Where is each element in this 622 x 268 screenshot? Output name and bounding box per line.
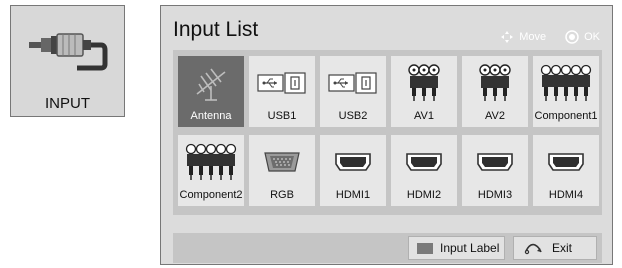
move-hint: Move [519,31,547,43]
panel-footer: Input Label Exit [173,233,602,263]
input-label-text: Input Label [440,241,500,255]
input-tile-label: USB1 [267,110,297,122]
color-key-icon [417,242,433,254]
input-tile-label: HDMI4 [548,189,584,201]
hdmi-port-icon [406,153,442,171]
input-tile-hdmi3[interactable]: HDMI3 [462,135,528,206]
usb-icon [257,72,306,94]
exit-button[interactable]: Exit [513,236,597,260]
input-key-card: INPUT [10,5,125,117]
component-connector-icon [540,64,592,101]
return-arrow-icon [524,243,542,255]
input-tile-label: USB2 [338,110,368,122]
input-tile-rgb[interactable]: RGB [249,135,315,206]
input-tile-label: Component2 [179,189,243,201]
input-grid: Antenna USB1 USB2 AV1 AV2 Component1 Com… [173,50,602,215]
exit-text: Exit [552,241,573,255]
input-tile-usb1[interactable]: USB1 [249,56,315,127]
input-label-button[interactable]: Input Label [408,236,505,260]
input-tile-component1[interactable]: Component1 [533,56,599,127]
hdmi-port-icon [477,153,513,171]
ok-button-icon [565,30,579,44]
input-tile-hdmi2[interactable]: HDMI2 [391,135,457,206]
input-tile-av1[interactable]: AV1 [391,56,457,127]
move-arrows-icon [501,31,514,43]
av-connector-icon [408,64,440,101]
av-connector-icon [479,64,511,101]
component-connector-icon [185,143,237,180]
input-tile-antenna[interactable]: Antenna [178,56,244,127]
hdmi-port-icon [548,153,584,171]
vga-port-icon [264,152,300,172]
usb-icon [328,72,377,94]
input-tile-hdmi1[interactable]: HDMI1 [320,135,386,206]
input-tile-label: RGB [270,189,294,201]
input-tile-component2[interactable]: Component2 [178,135,244,206]
rca-cable-icon [29,33,108,71]
input-tile-label: AV1 [414,110,434,122]
antenna-icon [196,68,226,101]
input-tile-label: Component1 [534,110,598,122]
nav-hints: Move OK [500,30,600,44]
input-tile-label: HDMI3 [477,189,513,201]
ok-hint: OK [584,31,600,43]
input-tile-label: AV2 [485,110,505,122]
input-tile-label: HDMI1 [335,189,371,201]
input-key-label: INPUT [45,95,90,112]
input-tile-label: HDMI2 [406,189,442,201]
input-list-panel: Input List Move OK Antenna USB1 USB2 AV1… [160,5,613,265]
input-tile-label: Antenna [190,110,232,122]
input-tile-hdmi4[interactable]: HDMI4 [533,135,599,206]
input-tile-usb2[interactable]: USB2 [320,56,386,127]
input-tile-av2[interactable]: AV2 [462,56,528,127]
hdmi-port-icon [335,153,371,171]
panel-title: Input List [173,18,259,41]
